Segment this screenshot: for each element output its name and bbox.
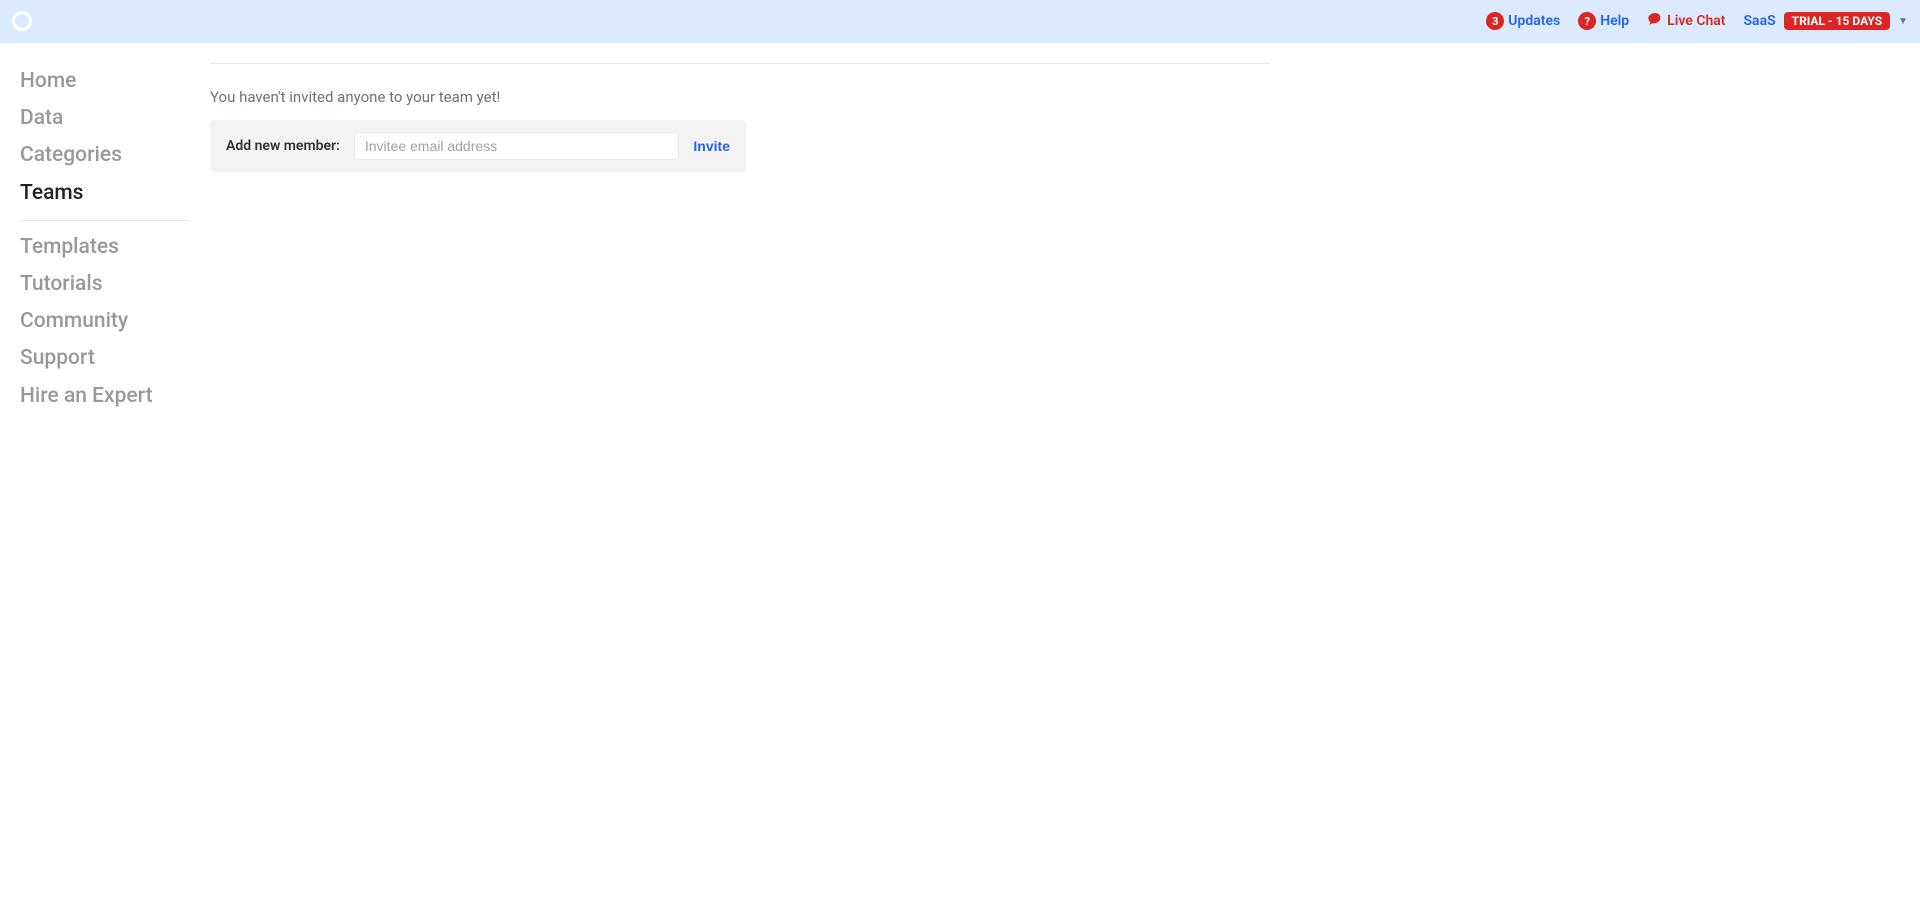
invite-member-box: Add new member: Invite (210, 120, 746, 172)
sidebar-divider (20, 220, 190, 221)
sidebar-item-categories[interactable]: Categories (20, 137, 210, 174)
chevron-down-icon: ▼ (1898, 16, 1908, 27)
updates-link[interactable]: 3 Updates (1486, 12, 1560, 30)
updates-label: Updates (1508, 13, 1560, 29)
updates-count-badge: 3 (1486, 12, 1504, 30)
topbar: 3 Updates ? Help Live Chat SaaS TRIAL - … (0, 0, 1920, 43)
sidebar-item-community[interactable]: Community (20, 303, 210, 340)
sidebar-item-tutorials[interactable]: Tutorials (20, 266, 210, 303)
live-chat-label: Live Chat (1667, 13, 1725, 29)
live-chat-link[interactable]: Live Chat (1647, 11, 1725, 31)
invitee-email-input[interactable] (354, 132, 680, 160)
sidebar-item-home[interactable]: Home (20, 63, 210, 100)
sidebar-item-support[interactable]: Support (20, 340, 210, 377)
topbar-right: 3 Updates ? Help Live Chat SaaS TRIAL - … (1486, 11, 1908, 31)
team-empty-message: You haven't invited anyone to your team … (210, 88, 1270, 106)
topbar-left (12, 11, 32, 31)
sidebar: Home Data Categories Teams Templates Tut… (0, 43, 210, 435)
help-label: Help (1600, 13, 1629, 29)
help-link[interactable]: ? Help (1578, 12, 1629, 30)
trial-badge: TRIAL - 15 DAYS (1784, 12, 1890, 30)
section-divider (210, 63, 1270, 64)
sidebar-item-templates[interactable]: Templates (20, 229, 210, 266)
plan-label: SaaS (1744, 13, 1776, 29)
sidebar-item-data[interactable]: Data (20, 100, 210, 137)
sidebar-item-hire-expert[interactable]: Hire an Expert (20, 378, 210, 415)
help-icon: ? (1578, 12, 1596, 30)
main-content: You haven't invited anyone to your team … (210, 43, 1310, 435)
logo-icon[interactable] (12, 11, 32, 31)
invite-button[interactable]: Invite (693, 138, 730, 154)
chat-icon (1647, 11, 1663, 31)
invite-label: Add new member: (226, 138, 340, 154)
sidebar-item-teams[interactable]: Teams (20, 175, 210, 212)
account-menu[interactable]: SaaS TRIAL - 15 DAYS ▼ (1744, 12, 1908, 30)
